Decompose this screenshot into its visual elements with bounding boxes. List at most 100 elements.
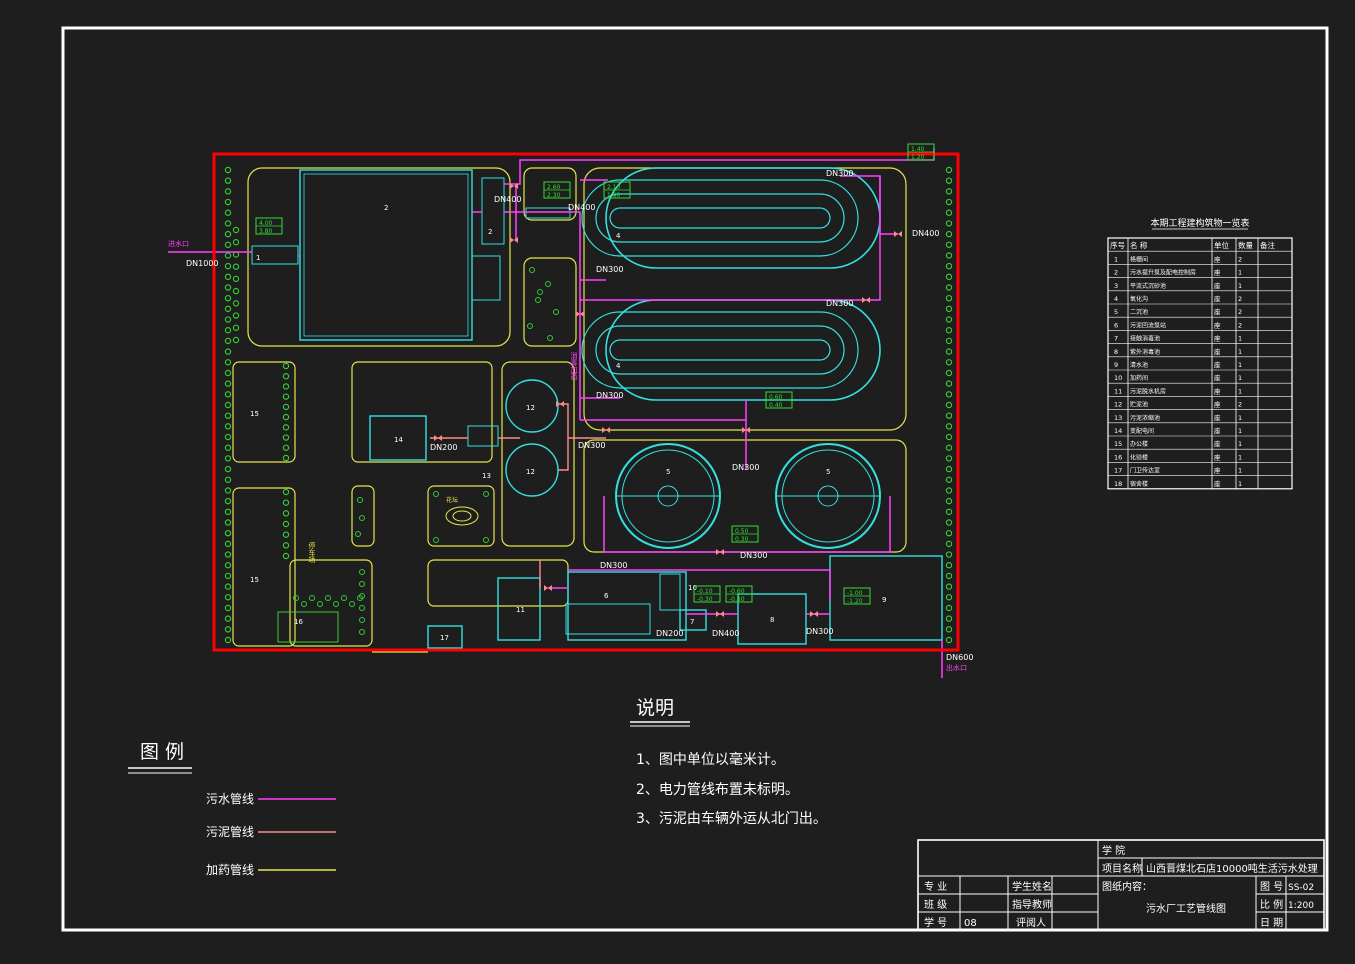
- pipe-label: DN400: [912, 229, 939, 238]
- unit-number: 4: [616, 362, 621, 370]
- tree: [224, 583, 232, 590]
- tree: [224, 604, 232, 612]
- note-item: 1、图中单位以毫米计。: [636, 751, 785, 768]
- table-cell: 11: [1114, 387, 1122, 395]
- tree: [945, 444, 953, 451]
- note-item: 3、污泥由车辆外运从北门出。: [636, 810, 827, 827]
- pipe-label: DN300: [826, 299, 853, 308]
- tree: [224, 348, 232, 355]
- project-value: 山西晋煤北石店10000吨生活污水处理: [1146, 862, 1318, 875]
- unit-number: 15: [250, 576, 259, 584]
- table-cell: 座: [1214, 347, 1221, 356]
- student-name-label: 学生姓名: [1012, 880, 1052, 893]
- tree: [945, 604, 953, 612]
- tree: [359, 515, 365, 521]
- table-cell: 座: [1214, 479, 1221, 488]
- scale-label: 比 例: [1260, 898, 1283, 911]
- table-cell: 办公楼: [1130, 440, 1148, 448]
- notes-title: 说明: [636, 697, 674, 719]
- tree: [224, 401, 232, 409]
- valve-icon: [434, 435, 442, 441]
- tree: [224, 273, 232, 281]
- tree: [945, 594, 953, 601]
- dosing-label: 消毒加药: [570, 351, 578, 381]
- inlet-pipe-label: DN1000: [186, 259, 219, 268]
- pipe-label: DN300: [578, 441, 605, 450]
- tree: [309, 595, 315, 601]
- unit-number: 5: [666, 468, 670, 476]
- tree: [282, 434, 290, 441]
- tree: [483, 491, 489, 497]
- table-cell: 1: [1238, 480, 1242, 488]
- tree: [349, 601, 355, 607]
- tree: [483, 537, 489, 543]
- table-cell: 加药间: [1130, 374, 1148, 382]
- table-cell: 1: [1238, 374, 1242, 382]
- unit-number: 17: [440, 634, 449, 642]
- pipe-label: DN300: [596, 391, 623, 400]
- tree: [553, 309, 559, 315]
- tree: [224, 476, 232, 483]
- tree: [527, 323, 533, 329]
- tree: [945, 636, 953, 644]
- table-cell: 18: [1114, 480, 1122, 488]
- table-cell: 座: [1214, 413, 1221, 422]
- tree: [547, 335, 553, 341]
- table-cell: 16: [1114, 453, 1122, 461]
- tree: [317, 601, 323, 607]
- elevation-bottom: -0.80: [729, 596, 745, 603]
- elevation-top: 2.60: [547, 184, 561, 191]
- tree: [355, 531, 361, 537]
- table-cell: 2: [1114, 269, 1118, 277]
- table-cell: 污泥回流泵站: [1130, 321, 1166, 329]
- unit-number: 6: [604, 592, 609, 600]
- title-block: 学 院 项目名称 山西晋煤北石店10000吨生活污水处理 图纸内容： 污水厂工艺…: [917, 839, 1325, 931]
- table-cell: 座: [1214, 307, 1221, 316]
- elevation-bottom: -0.30: [697, 596, 713, 603]
- vertical-labels: 消毒加药 停车场 花坛: [308, 351, 578, 564]
- valve-icon: [716, 611, 724, 617]
- unit-number: 8: [770, 616, 774, 624]
- unit-number: 9: [882, 596, 886, 604]
- table-grid: 序号名 称单位 数量 备注1 格栅间座 22 污水提升泵及配电控制房座 13 平流式沉砂池座 1…: [1107, 237, 1293, 490]
- table-cell: 座: [1214, 466, 1221, 475]
- elevation-top: 0.60: [769, 394, 783, 401]
- legend-label: 污泥管线: [206, 824, 254, 839]
- tree: [945, 359, 953, 366]
- table-header: 单位: [1214, 240, 1230, 250]
- table-cell: 座: [1214, 426, 1221, 435]
- tree: [224, 562, 232, 569]
- table-cell: 门卫传达室: [1130, 467, 1160, 475]
- table-cell: 6: [1114, 321, 1118, 329]
- table-cell: 座: [1214, 386, 1221, 395]
- pipe-label: DN300: [826, 169, 853, 178]
- tree: [282, 383, 290, 390]
- tree: [224, 391, 232, 398]
- outlet-pipe-label: DN600: [946, 653, 973, 662]
- tree: [224, 305, 232, 313]
- table-cell: 座: [1214, 268, 1221, 277]
- tree: [945, 455, 953, 462]
- tree: [282, 373, 290, 380]
- tree: [282, 393, 290, 400]
- elevation-bottom: -1.20: [847, 598, 863, 605]
- tree: [224, 220, 232, 227]
- tree: [945, 348, 953, 355]
- tree: [232, 336, 240, 344]
- inlet-label: 进水口: [168, 239, 189, 248]
- student-no-value: 08: [964, 918, 977, 929]
- tree: [224, 529, 232, 537]
- tree: [224, 327, 232, 334]
- tree: [224, 380, 232, 387]
- pipe-label: DN200: [656, 629, 683, 638]
- tree: [945, 476, 953, 483]
- tree: [945, 177, 953, 184]
- table-cell: 1: [1238, 387, 1242, 395]
- structure-table: 本期工程建构筑物一览表 序号名 称单位 数量 备注1 格栅间座 22 污水提升泵及配电控制…: [1107, 217, 1293, 490]
- unit-number: 5: [826, 468, 830, 476]
- tree: [224, 316, 232, 323]
- tree: [282, 510, 290, 517]
- tree: [945, 305, 953, 313]
- table-header: 序号: [1110, 240, 1125, 250]
- tree: [945, 294, 953, 302]
